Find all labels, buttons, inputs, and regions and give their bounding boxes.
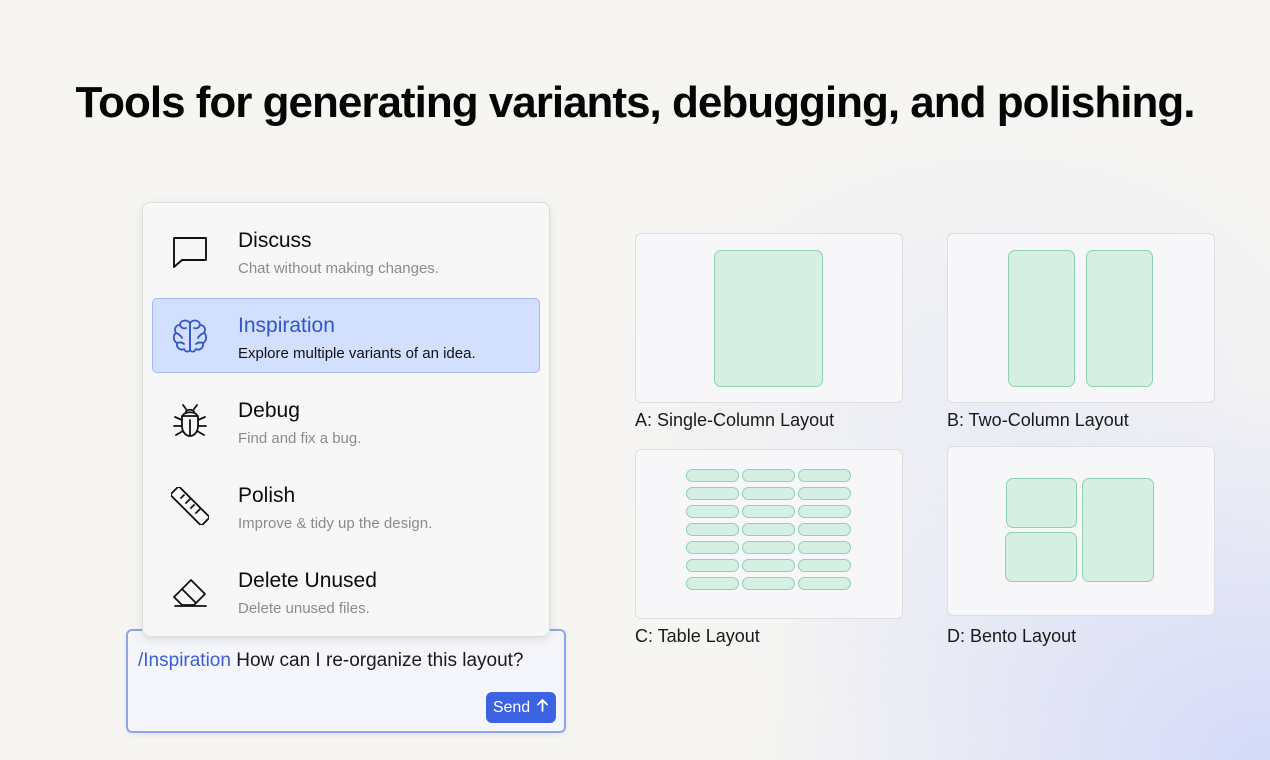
bug-icon [171, 402, 209, 440]
arrow-up-icon [536, 698, 549, 717]
menu-item-inspiration[interactable]: Inspiration Explore multiple variants of… [152, 298, 540, 373]
layout-block [1082, 478, 1154, 582]
table-cell-pill [742, 505, 795, 518]
menu-item-description: Find and fix a bug. [238, 430, 362, 447]
table-cell-pill [798, 577, 851, 590]
eraser-icon [171, 572, 209, 610]
layout-label: B: Two-Column Layout [947, 410, 1129, 430]
layout-block [1008, 250, 1075, 387]
prompt-message: How can I re-organize this layout? [230, 650, 524, 671]
table-cell-pill [686, 523, 739, 536]
menu-item-title: Delete Unused [238, 569, 377, 592]
layout-label: C: Table Layout [635, 626, 760, 646]
table-cell-pill [798, 487, 851, 500]
menu-item-description: Improve & tidy up the design. [238, 515, 433, 532]
layout-block [714, 250, 823, 387]
table-cell-pill [798, 559, 851, 572]
layout-card-two-column[interactable] [947, 233, 1215, 403]
prompt-command: /Inspiration [138, 650, 231, 671]
layout-card-single-column[interactable] [635, 233, 903, 403]
menu-item-debug[interactable]: Debug Find and fix a bug. [152, 383, 540, 458]
menu-item-description: Delete unused files. [238, 600, 370, 617]
menu-item-delete-unused[interactable]: Delete Unused Delete unused files. [152, 553, 540, 628]
layout-block [1006, 478, 1077, 528]
table-cell-pill [686, 505, 739, 518]
menu-item-title: Debug [238, 399, 300, 422]
menu-item-title: Inspiration [238, 314, 335, 337]
table-cell-pill [742, 541, 795, 554]
prompt-text: /Inspiration How can I re-organize this … [138, 650, 524, 672]
table-cell-pill [686, 487, 739, 500]
table-cell-pill [742, 523, 795, 536]
layout-card-bento[interactable] [947, 446, 1215, 616]
command-menu: Discuss Chat without making changes. Ins… [142, 202, 550, 637]
layout-label: A: Single-Column Layout [635, 410, 835, 430]
table-cell-pill [742, 559, 795, 572]
table-cell-pill [686, 541, 739, 554]
table-cell-pill [686, 577, 739, 590]
menu-item-title: Discuss [238, 229, 312, 252]
table-cell-pill [742, 469, 795, 482]
page-headline: Tools for generating variants, debugging… [75, 78, 1195, 127]
layout-block [1005, 532, 1077, 582]
table-cell-pill [798, 505, 851, 518]
table-cell-pill [798, 469, 851, 482]
send-button-label: Send [492, 698, 531, 716]
table-cell-pill [798, 523, 851, 536]
menu-item-discuss[interactable]: Discuss Chat without making changes. [152, 213, 540, 288]
table-cell-pill [742, 577, 795, 590]
menu-item-description: Explore multiple variants of an idea. [238, 345, 476, 362]
send-button[interactable]: Send [486, 692, 556, 723]
menu-item-description: Chat without making changes. [238, 260, 439, 277]
ruler-icon [171, 487, 209, 525]
brain-icon [171, 317, 209, 355]
prompt-input[interactable]: /Inspiration How can I re-organize this … [126, 629, 566, 733]
table-cell-pill [798, 541, 851, 554]
chat-bubble-icon [171, 232, 209, 270]
table-cell-pill [742, 487, 795, 500]
layout-card-table[interactable] [635, 449, 903, 619]
menu-item-title: Polish [238, 484, 296, 507]
table-cell-pill [686, 559, 739, 572]
layout-block [1086, 250, 1153, 387]
layout-label: D: Bento Layout [947, 626, 1077, 646]
menu-item-polish[interactable]: Polish Improve & tidy up the design. [152, 468, 540, 543]
table-cell-pill [686, 469, 739, 482]
